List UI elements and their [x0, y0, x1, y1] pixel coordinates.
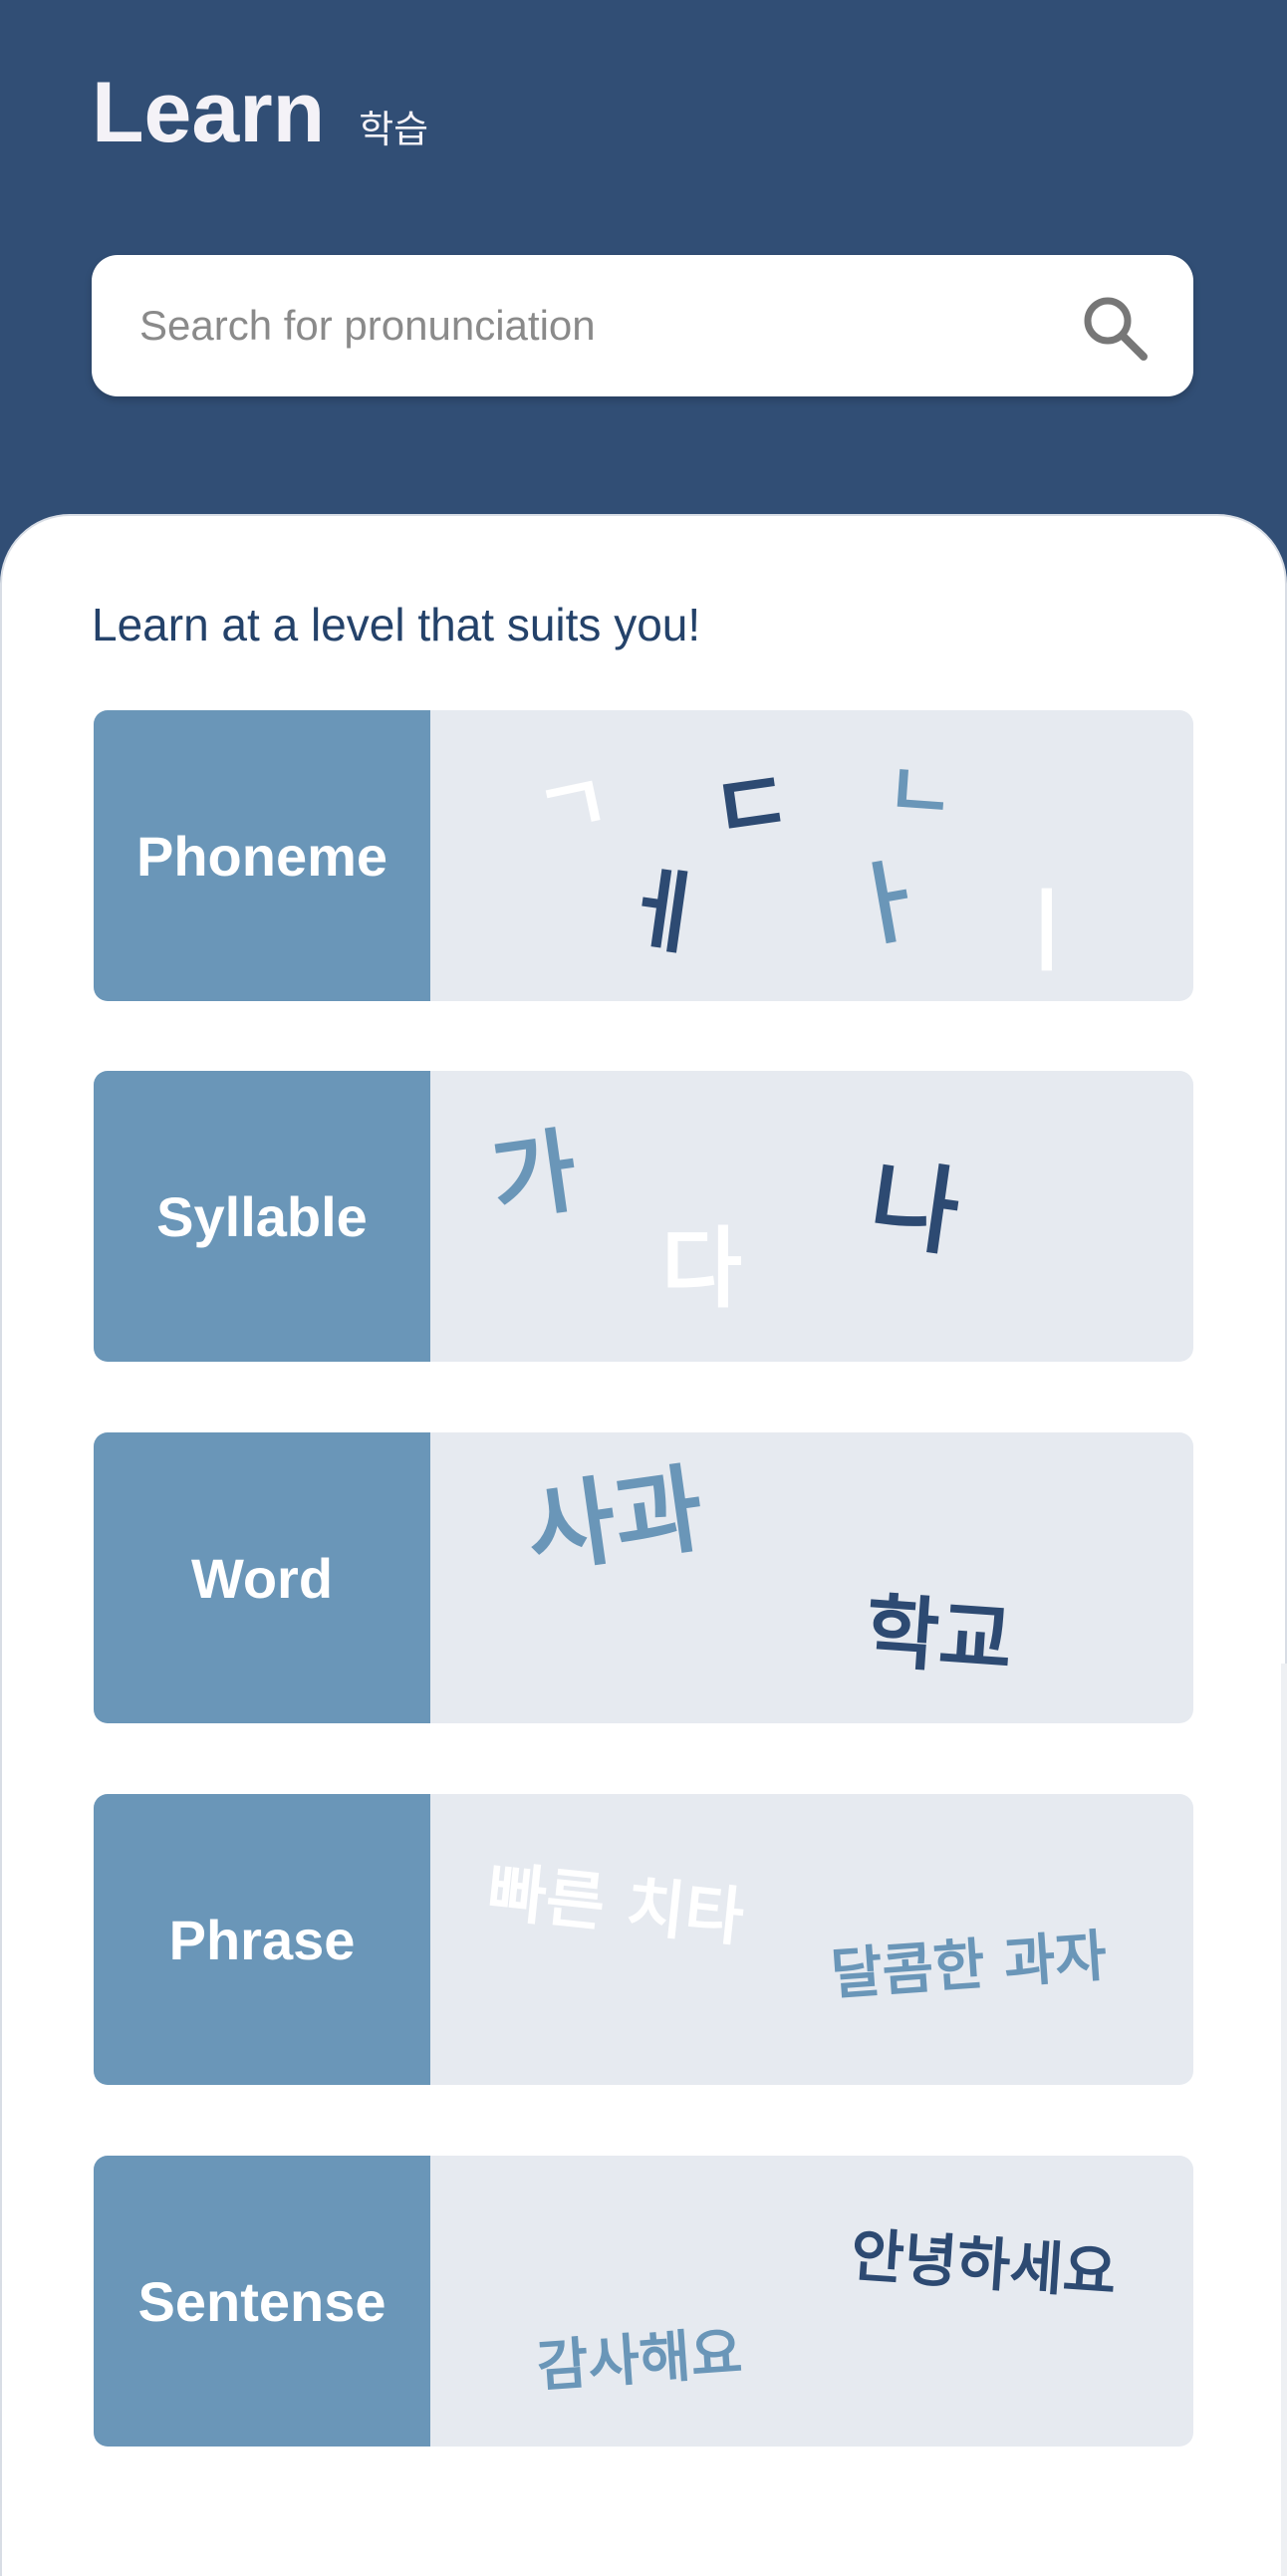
card-sentence[interactable]: Sentense 안녕하세요 감사해요: [94, 2156, 1193, 2447]
glyph: ㅏ: [837, 845, 937, 963]
glyph: 감사해요: [534, 2320, 745, 2401]
card-label-box: Syllable: [94, 1071, 430, 1362]
glyph: ㅣ: [1005, 880, 1088, 984]
glyph: 빠른 치타: [483, 1855, 747, 1956]
glyph: 사과: [520, 1452, 710, 1588]
page-title: Learn 학습: [92, 70, 428, 155]
glyph: ㄱ: [528, 754, 620, 861]
search-bar[interactable]: [92, 255, 1193, 396]
glyph: 안녕하세요: [848, 2220, 1119, 2308]
card-label: Phoneme: [135, 824, 388, 888]
glyph: ㅔ: [615, 854, 711, 970]
glyph: 나: [863, 1147, 966, 1270]
scrollbar[interactable]: [1281, 1664, 1287, 2576]
card-word[interactable]: Word 사과 학교: [94, 1432, 1193, 1723]
glyph: 학교: [862, 1584, 1016, 1688]
glyph: ㄷ: [704, 748, 799, 863]
glyph: 가: [484, 1117, 584, 1235]
title-main: Learn: [92, 65, 326, 160]
section-subtitle: Learn at a level that suits you!: [92, 599, 701, 650]
card-label-box: Phoneme: [94, 710, 430, 1001]
card-label-box: Phrase: [94, 1794, 430, 2085]
card-syllable[interactable]: Syllable 가 다 나: [94, 1071, 1193, 1362]
title-korean: 학습: [359, 110, 429, 151]
card-label: Syllable: [156, 1184, 368, 1248]
card-label: Word: [190, 1546, 334, 1610]
glyph: 달콤한 과자: [829, 1924, 1110, 2008]
card-label-box: Sentense: [94, 2156, 430, 2447]
card-phrase[interactable]: Phrase 빠른 치타 달콤한 과자: [94, 1794, 1193, 2085]
card-label: Sentense: [137, 2269, 386, 2333]
search-input[interactable]: [139, 286, 1036, 366]
search-icon[interactable]: [1080, 293, 1150, 363]
card-phoneme[interactable]: Phoneme ㄱ ㄷ ㄴ ㅔ ㅏ ㅣ: [94, 710, 1193, 1001]
glyph: ㄴ: [883, 744, 958, 839]
header: Learn 학습: [0, 0, 1287, 558]
card-label-box: Word: [94, 1432, 430, 1723]
glyph: 다: [661, 1217, 742, 1320]
card-label: Phrase: [168, 1908, 356, 1971]
